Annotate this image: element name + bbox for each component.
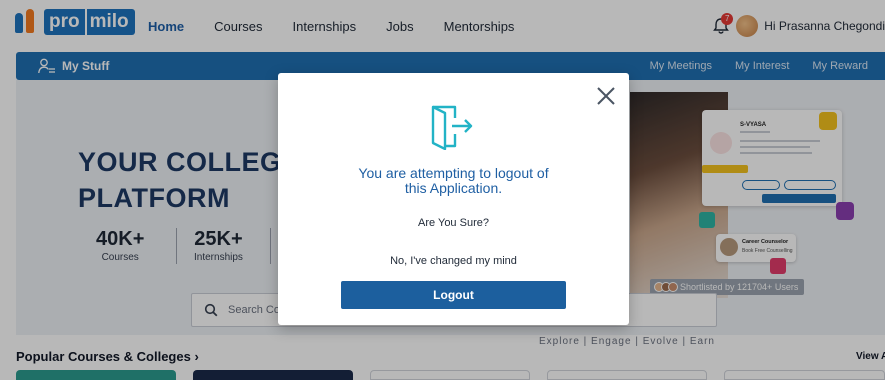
logout-dialog-title: You are attempting to logout of this App… — [358, 165, 549, 196]
logout-dialog: You are attempting to logout of this App… — [278, 73, 629, 325]
logout-button[interactable]: Logout — [341, 281, 566, 309]
cancel-logout-link[interactable]: No, I've changed my mind — [278, 255, 629, 267]
close-icon[interactable] — [595, 85, 617, 107]
logout-door-icon — [429, 104, 477, 155]
logout-confirm-question: Are You Sure? — [418, 217, 489, 229]
